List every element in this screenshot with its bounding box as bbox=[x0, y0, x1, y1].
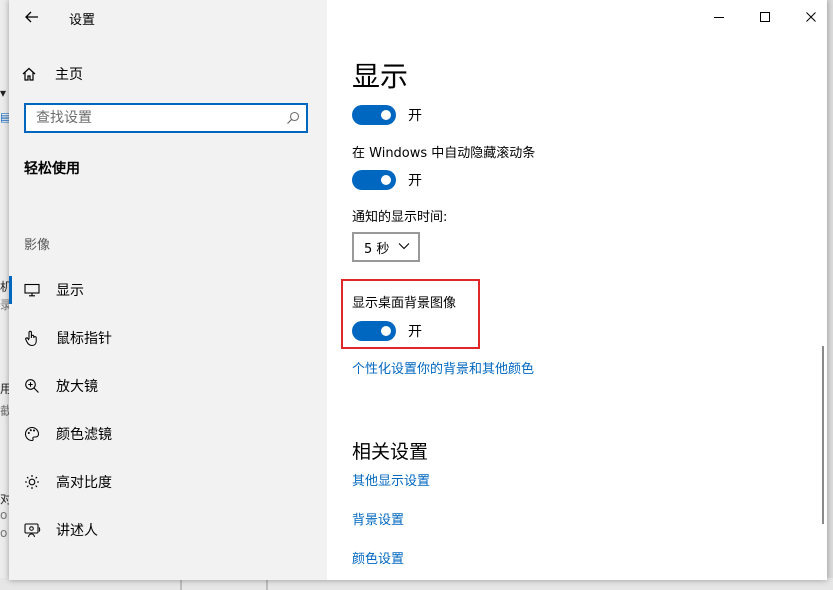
sidebar-item-magnifier[interactable]: 放大镜 bbox=[21, 373, 311, 399]
other-display-settings-link[interactable]: 其他显示设置 bbox=[352, 470, 430, 489]
sidebar-item-label: 放大镜 bbox=[56, 379, 98, 395]
bg-fragment: o bbox=[0, 526, 8, 540]
color-settings-link[interactable]: 颜色设置 bbox=[352, 548, 404, 567]
scrollbar-toggle-row: 开 bbox=[352, 169, 422, 191]
search-icon[interactable] bbox=[286, 111, 300, 125]
page-title: 显示 bbox=[352, 60, 409, 93]
sidebar-item-label: 显示 bbox=[56, 283, 84, 299]
home-icon bbox=[22, 67, 36, 81]
maximize-button[interactable] bbox=[745, 4, 785, 30]
sidebar-item-label: 讲述人 bbox=[56, 523, 98, 539]
close-icon bbox=[806, 12, 816, 22]
palette-icon bbox=[21, 423, 43, 445]
scrollbar-toggle-switch[interactable] bbox=[352, 170, 396, 190]
arrow-left-icon bbox=[25, 11, 38, 23]
related-settings-heading: 相关设置 bbox=[352, 441, 429, 463]
sidebar-item-display[interactable]: 显示 bbox=[21, 277, 311, 303]
sidebar-item-label: 颜色滤镜 bbox=[56, 427, 112, 443]
personalize-link[interactable]: 个性化设置你的背景和其他颜色 bbox=[352, 358, 534, 377]
sidebar-item-label: 高对比度 bbox=[56, 475, 112, 491]
active-indicator bbox=[9, 276, 12, 304]
settings-window: 设置 主页 轻松使用 影像 显示 鼠标指 bbox=[9, 0, 827, 580]
sidebar: 设置 主页 轻松使用 影像 显示 鼠标指 bbox=[9, 0, 327, 580]
close-button[interactable] bbox=[791, 4, 827, 30]
sidebar-item-narrator[interactable]: 讲述人 bbox=[21, 517, 311, 543]
notification-time-dropdown[interactable]: 5 秒 bbox=[352, 232, 420, 262]
back-button[interactable] bbox=[19, 6, 45, 28]
desktop-bg-toggle-state: 开 bbox=[408, 324, 422, 340]
sidebar-item-label: 鼠标指针 bbox=[56, 331, 112, 347]
toggle-state-1: 开 bbox=[408, 108, 422, 124]
desktop-bg-toggle-switch[interactable] bbox=[352, 321, 396, 341]
bg-fragment: ▾ bbox=[0, 86, 7, 100]
brightness-icon bbox=[21, 471, 43, 493]
monitor-icon bbox=[21, 279, 43, 301]
magnifier-icon bbox=[21, 375, 43, 397]
minimize-icon bbox=[714, 17, 724, 18]
section-title: 轻松使用 bbox=[24, 161, 80, 177]
sidebar-item-mouse-pointer[interactable]: 鼠标指针 bbox=[21, 325, 311, 351]
desktop-bg-label: 显示桌面背景图像 bbox=[352, 296, 457, 311]
group-label: 影像 bbox=[24, 238, 51, 253]
toggle-row-1: 开 bbox=[352, 104, 422, 126]
narrator-icon bbox=[21, 519, 43, 541]
app-title: 设置 bbox=[69, 13, 96, 28]
bg-fragment: o bbox=[0, 508, 8, 522]
search-input[interactable] bbox=[26, 105, 286, 131]
sidebar-item-high-contrast[interactable]: 高对比度 bbox=[21, 469, 311, 495]
background-settings-link[interactable]: 背景设置 bbox=[352, 509, 404, 528]
toggle-switch-1[interactable] bbox=[352, 105, 396, 125]
nav-home[interactable]: 主页 bbox=[21, 63, 311, 85]
pointer-icon bbox=[21, 327, 43, 349]
scrollbar-toggle-state: 开 bbox=[408, 173, 422, 189]
maximize-icon bbox=[760, 12, 770, 22]
sidebar-item-color-filters[interactable]: 颜色滤镜 bbox=[21, 421, 311, 447]
scrollbar-setting-label: 在 Windows 中自动隐藏滚动条 bbox=[352, 146, 536, 161]
search-box[interactable] bbox=[24, 103, 308, 133]
notification-time-label: 通知的显示时间: bbox=[352, 210, 448, 225]
content-pane: 显示 开 在 Windows 中自动隐藏滚动条 开 通知的显示时间: 5 秒 显… bbox=[327, 0, 827, 580]
dropdown-value: 5 秒 bbox=[364, 241, 390, 257]
scrollbar-thumb[interactable] bbox=[822, 346, 824, 524]
nav-home-label: 主页 bbox=[55, 67, 83, 83]
minimize-button[interactable] bbox=[699, 4, 739, 30]
desktop-bg-toggle-row: 开 bbox=[352, 320, 422, 342]
chevron-down-icon bbox=[398, 243, 410, 250]
